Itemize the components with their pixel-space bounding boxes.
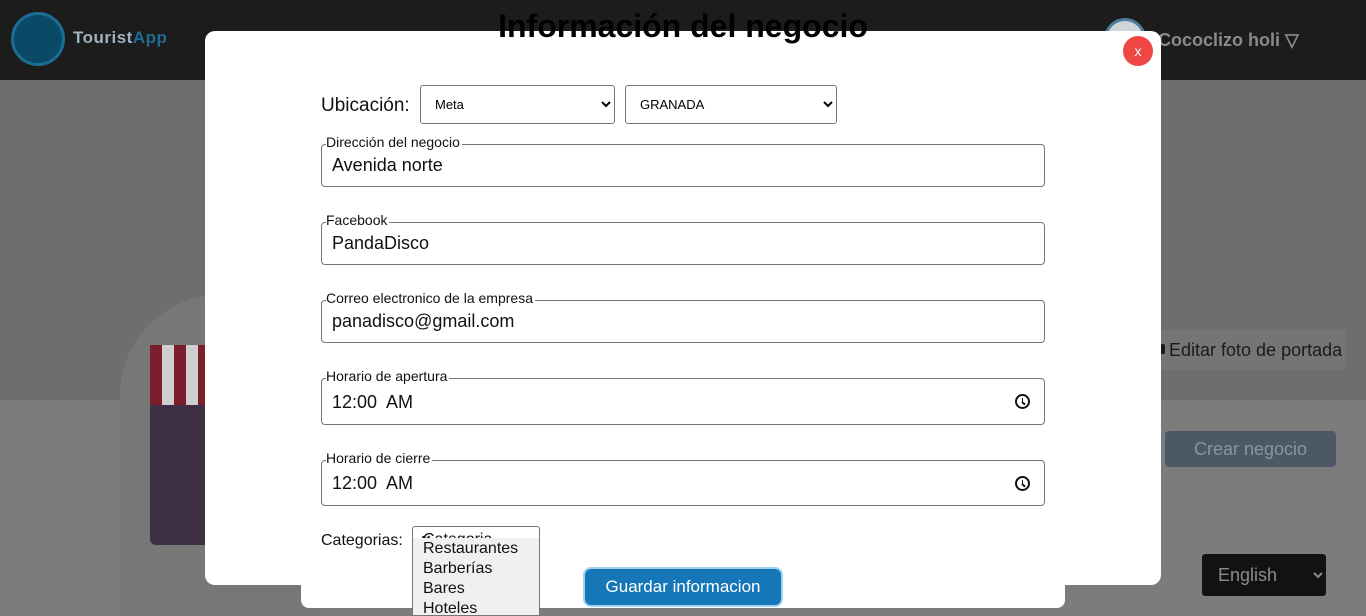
opening-time-legend: Horario de apertura xyxy=(326,368,450,384)
email-input[interactable] xyxy=(332,311,992,332)
facebook-input[interactable] xyxy=(332,233,992,254)
awning-icon xyxy=(150,345,210,405)
clock-icon[interactable] xyxy=(1015,394,1030,409)
category-dropdown-list: Restaurantes Barberías Bares Hoteles xyxy=(412,538,540,616)
language-select[interactable]: English xyxy=(1202,554,1326,596)
closing-time-legend: Horario de cierre xyxy=(326,450,433,466)
categories-label: Categorias: xyxy=(321,532,403,549)
address-legend: Dirección del negocio xyxy=(326,134,462,150)
department-select[interactable]: Meta xyxy=(420,85,615,124)
opening-time-field: Horario de apertura xyxy=(321,368,1045,425)
category-option[interactable]: Restaurantes xyxy=(413,538,539,558)
create-business-button[interactable]: Crear negocio xyxy=(1165,431,1336,467)
address-field: Dirección del negocio xyxy=(321,134,1045,187)
email-legend: Correo electronico de la empresa xyxy=(326,290,535,306)
facebook-field: Facebook xyxy=(321,212,1045,265)
address-input[interactable] xyxy=(332,155,992,176)
close-button[interactable]: x xyxy=(1123,36,1153,66)
closing-time-field: Horario de cierre xyxy=(321,450,1045,506)
edit-cover-button[interactable]: Editar foto de portada xyxy=(1145,330,1345,370)
category-option[interactable]: Barberías xyxy=(413,558,539,578)
clock-icon[interactable] xyxy=(1015,476,1030,491)
modal-title: Información del negocio xyxy=(498,8,868,44)
location-label: Ubicación: xyxy=(321,95,410,116)
facebook-legend: Facebook xyxy=(326,212,390,228)
email-field: Correo electronico de la empresa xyxy=(321,290,1045,343)
closing-time-input[interactable] xyxy=(332,473,992,494)
category-option[interactable]: Hoteles xyxy=(413,598,539,616)
opening-time-input[interactable] xyxy=(332,392,992,413)
city-select[interactable]: GRANADA xyxy=(625,85,837,124)
save-info-button[interactable]: Guardar informacion xyxy=(583,567,783,607)
category-option[interactable]: Bares xyxy=(413,578,539,598)
